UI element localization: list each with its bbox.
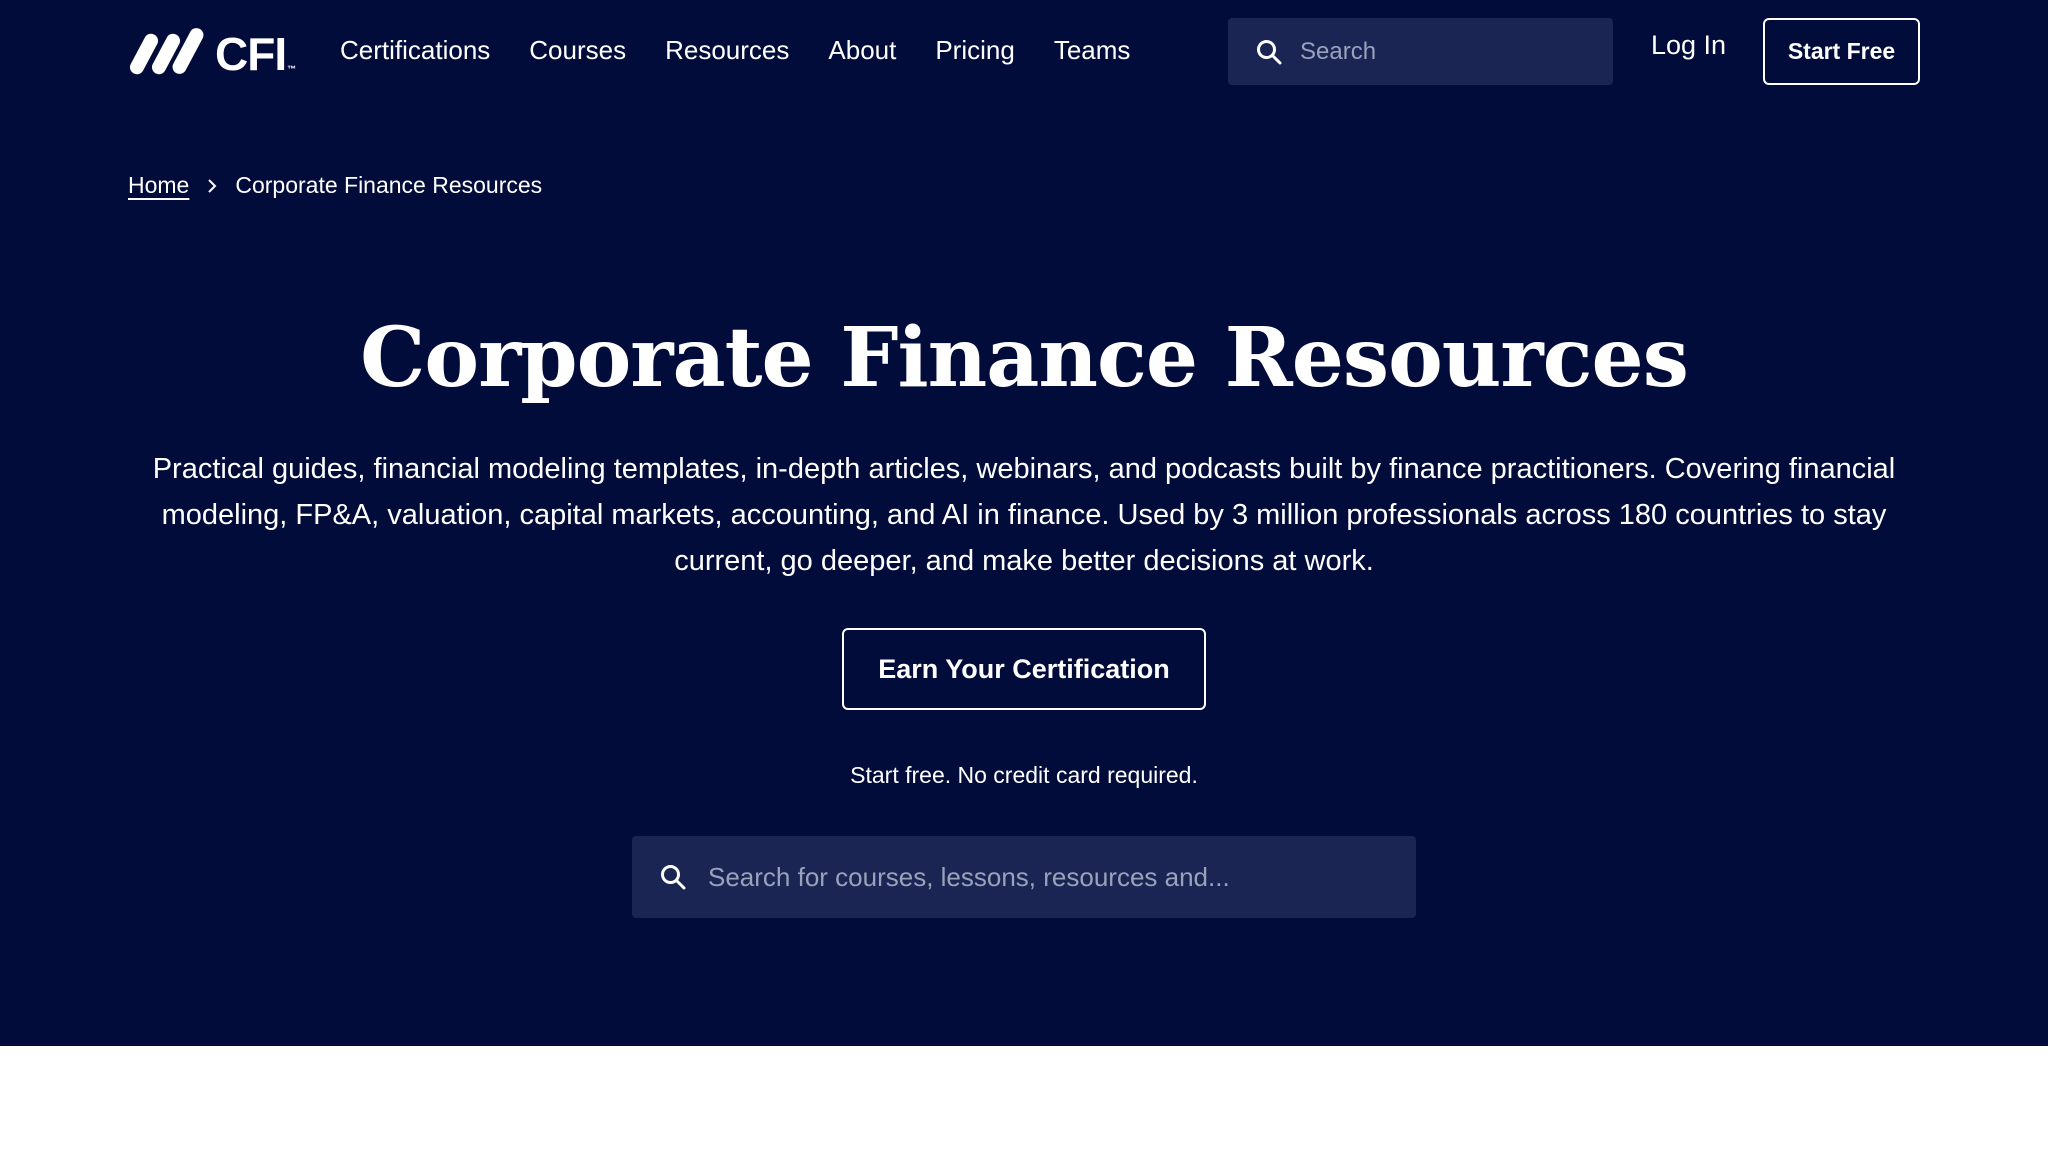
hero-search-box[interactable] — [632, 836, 1416, 918]
nav-item-teams[interactable]: Teams — [1054, 35, 1131, 66]
breadcrumb-home-link[interactable]: Home — [128, 172, 189, 199]
hero-section: CFI ™ Certifications Courses Resources A… — [0, 0, 2048, 1046]
header-search-box[interactable] — [1228, 18, 1613, 85]
brand-name: CFI — [215, 28, 287, 80]
earn-certification-button[interactable]: Earn Your Certification — [842, 628, 1206, 710]
main-nav: Certifications Courses Resources About P… — [340, 28, 1130, 72]
cta-note: Start free. No credit card required. — [850, 762, 1198, 788]
trademark-symbol: ™ — [287, 64, 297, 74]
search-icon — [1257, 39, 1282, 64]
breadcrumb-current: Corporate Finance Resources — [235, 172, 543, 198]
nav-item-resources[interactable]: Resources — [665, 35, 789, 66]
nav-item-certifications[interactable]: Certifications — [340, 35, 490, 66]
login-link[interactable]: Log In — [1651, 30, 1726, 61]
nav-item-courses[interactable]: Courses — [529, 35, 626, 66]
chevron-right-icon — [208, 178, 217, 193]
cfi-logo[interactable]: CFI ™ — [127, 24, 305, 78]
search-icon — [661, 865, 686, 890]
header-search-input[interactable] — [1300, 37, 1590, 66]
content-area — [0, 1046, 2048, 1152]
hero-search-input[interactable] — [708, 861, 1388, 893]
nav-item-about[interactable]: About — [828, 35, 896, 66]
start-free-button[interactable]: Start Free — [1763, 18, 1920, 85]
cfi-slashes-logo — [129, 28, 204, 75]
breadcrumb: Home Corporate Finance Resources — [128, 172, 542, 199]
hero-description: Practical guides, financial modeling tem… — [152, 453, 1896, 577]
page-title: Corporate Finance Resources — [360, 310, 1689, 406]
nav-item-pricing[interactable]: Pricing — [935, 35, 1014, 66]
